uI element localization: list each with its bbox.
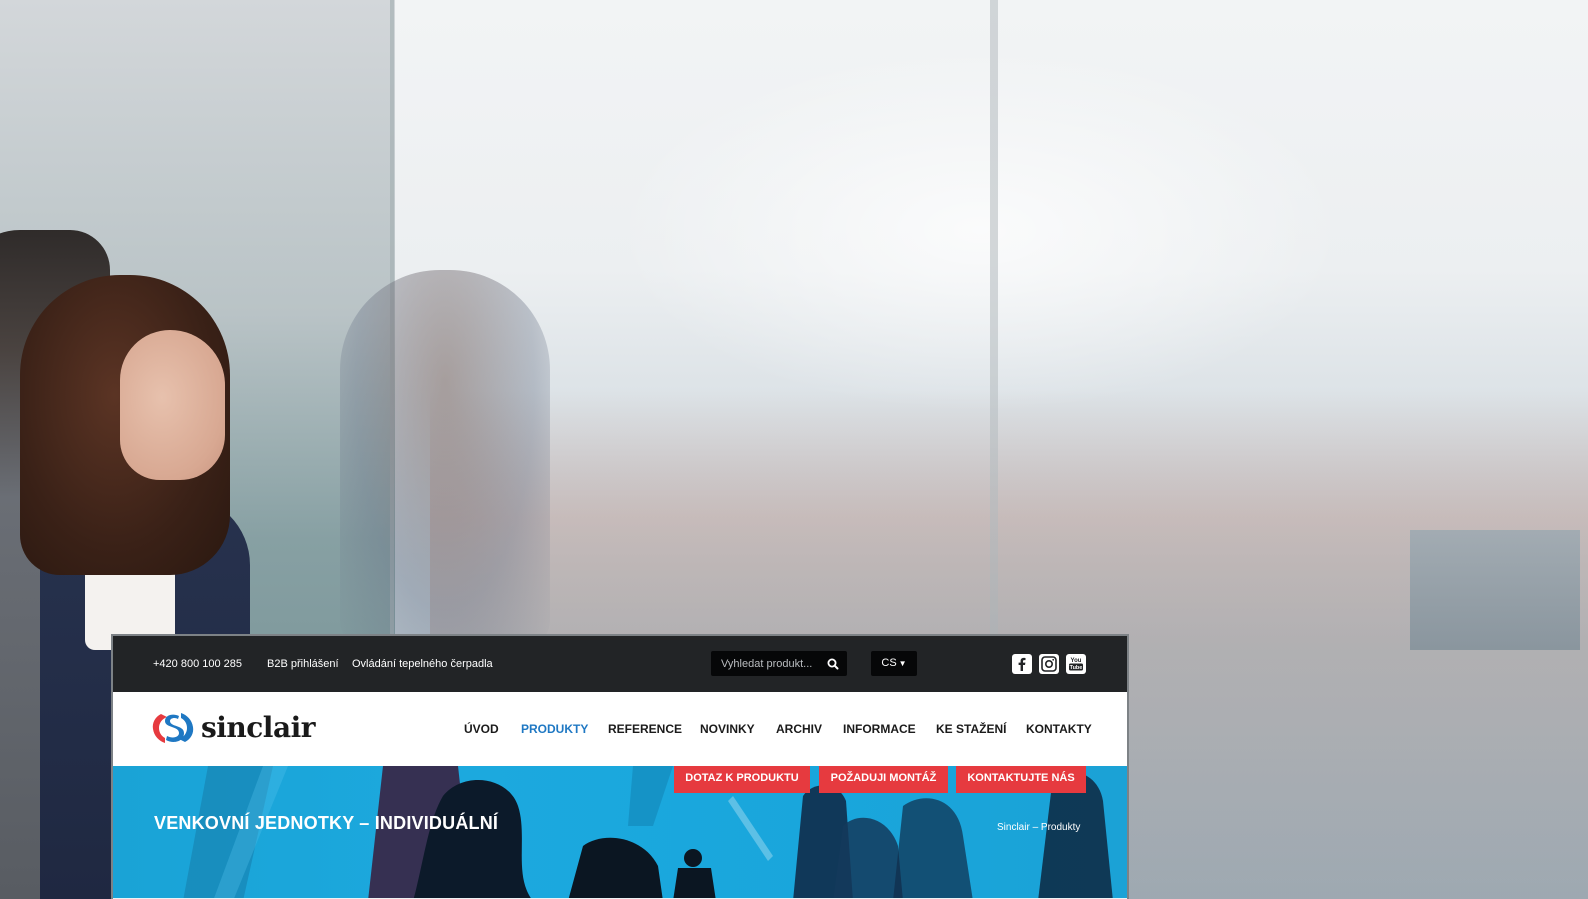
search-box — [711, 651, 847, 676]
sinclair-s-logo-icon — [152, 713, 194, 743]
nav-item-produkty[interactable]: PRODUKTY — [521, 722, 588, 736]
b2b-login-link[interactable]: B2B přihlášení — [267, 658, 339, 670]
youtube-icon[interactable]: You Tube — [1066, 654, 1086, 674]
phone-link[interactable]: +420 800 100 285 — [153, 658, 242, 670]
website-preview: +420 800 100 285 B2B přihlášení Ovládání… — [111, 634, 1129, 899]
search-input[interactable] — [711, 651, 823, 676]
instagram-icon[interactable] — [1039, 654, 1059, 674]
nav-item-informace[interactable]: INFORMACE — [843, 722, 916, 736]
nav-item-ke-stazeni[interactable]: KE STAŽENÍ — [936, 722, 1006, 736]
page-title: VENKOVNÍ JEDNOTKY – INDIVIDUÁLNÍ — [154, 813, 499, 833]
svg-text:You: You — [1071, 658, 1082, 664]
facebook-icon[interactable] — [1012, 654, 1032, 674]
contact-us-button[interactable]: KONTAKTUJTE NÁS — [956, 766, 1086, 793]
language-select[interactable]: CS ▼ — [871, 651, 917, 676]
top-bar: +420 800 100 285 B2B přihlášení Ovládání… — [113, 636, 1127, 692]
logo-wordmark: sinclair — [201, 711, 315, 744]
distant-building — [1410, 530, 1580, 650]
nav-item-novinky[interactable]: NOVINKY — [700, 722, 755, 736]
heat-pump-control-link[interactable]: Ovládání tepelného čerpadla — [352, 658, 493, 670]
product-inquiry-button[interactable]: DOTAZ K PRODUKTU — [674, 766, 810, 793]
nav-item-archiv[interactable]: ARCHIV — [776, 722, 822, 736]
glass-reflection — [340, 270, 550, 650]
nav-item-kontakty[interactable]: KONTAKTY — [1026, 722, 1092, 736]
svg-text:Tube: Tube — [1070, 665, 1083, 671]
search-icon[interactable] — [826, 657, 840, 671]
nav-item-reference[interactable]: REFERENCE — [608, 722, 682, 736]
caret-down-icon: ▼ — [898, 659, 907, 668]
woman-face — [120, 330, 225, 480]
window-mullion — [990, 0, 998, 640]
language-label: CS — [881, 657, 897, 669]
hero-banner: DOTAZ K PRODUKTU POŽADUJI MONTÁŽ KONTAKT… — [113, 766, 1127, 899]
main-navbar: sinclair ÚVOD PRODUKTY REFERENCE NOVINKY… — [113, 692, 1127, 766]
request-installation-button[interactable]: POŽADUJI MONTÁŽ — [819, 766, 948, 793]
breadcrumb[interactable]: Sinclair – Produkty — [997, 822, 1080, 833]
sinclair-logo[interactable]: sinclair — [151, 710, 331, 746]
nav-item-uvod[interactable]: ÚVOD — [464, 722, 499, 736]
